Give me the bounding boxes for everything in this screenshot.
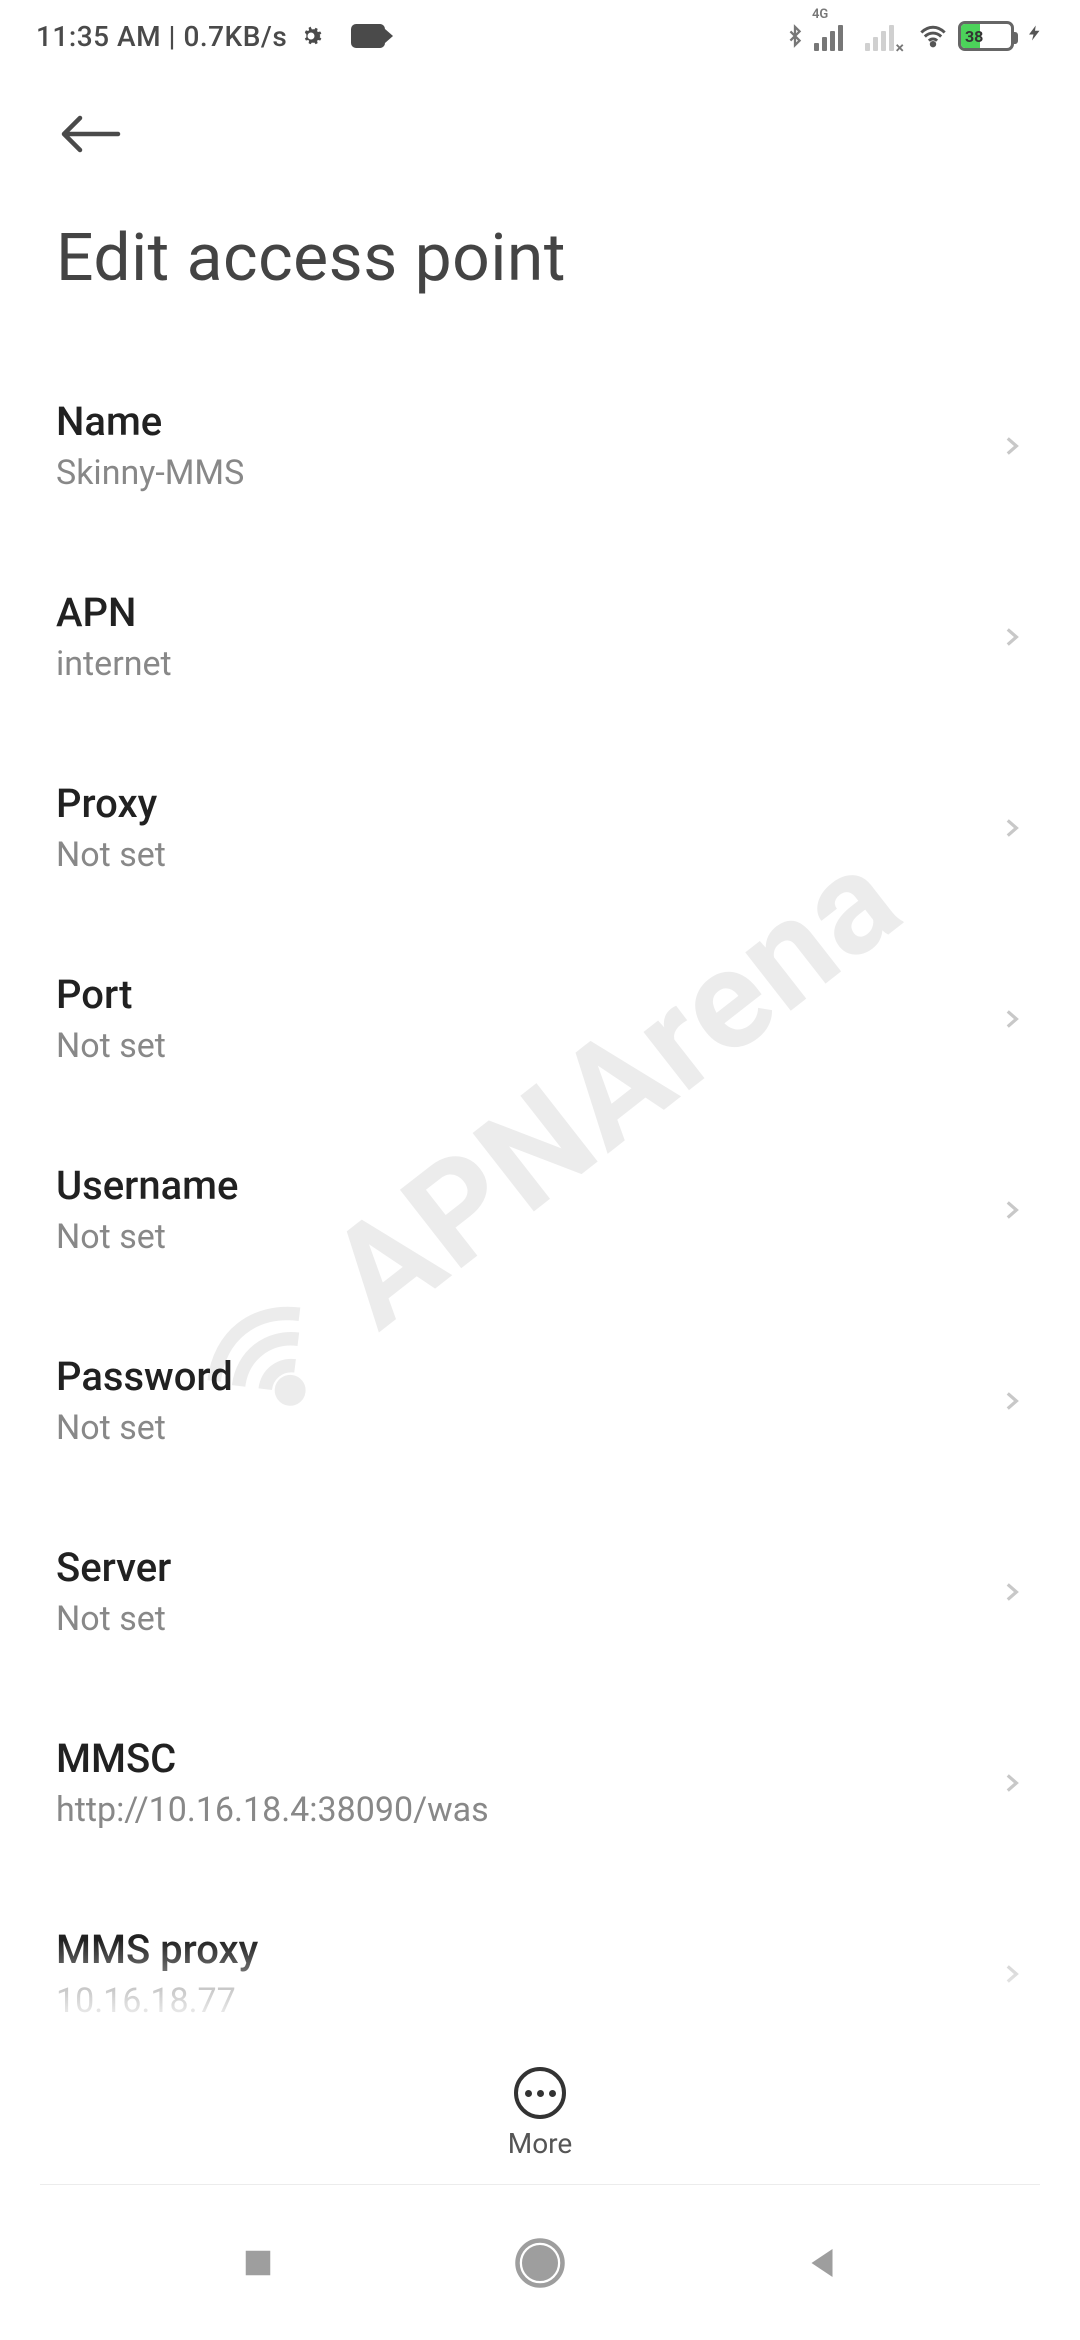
setting-item-proxy[interactable]: Proxy Not set xyxy=(0,732,1080,923)
status-time: 11:35 AM | 0.7KB/s xyxy=(36,20,287,53)
more-button[interactable] xyxy=(514,2067,566,2119)
setting-value: Not set xyxy=(56,1408,998,1448)
chevron-right-icon xyxy=(998,808,1024,848)
more-label: More xyxy=(508,2127,573,2160)
setting-label: Port xyxy=(56,971,998,1018)
nav-recents-button[interactable] xyxy=(237,2242,279,2288)
setting-value: 10.16.18.77 xyxy=(56,1981,998,2021)
setting-label: Password xyxy=(56,1353,998,1400)
chevron-right-icon xyxy=(998,1572,1024,1612)
setting-item-mmsc[interactable]: MMSC http://10.16.18.4:38090/was xyxy=(0,1687,1080,1878)
status-bar: 11:35 AM | 0.7KB/s 4G × 38 xyxy=(0,0,1080,72)
chevron-right-icon xyxy=(998,617,1024,657)
setting-item-name[interactable]: Name Skinny-MMS xyxy=(0,350,1080,541)
setting-value: Not set xyxy=(56,835,998,875)
setting-item-mms-proxy[interactable]: MMS proxy 10.16.18.77 xyxy=(0,1878,1080,2069)
nav-home-button[interactable] xyxy=(513,2236,567,2294)
setting-label: MMS proxy xyxy=(56,1926,998,1973)
setting-label: Username xyxy=(56,1162,998,1209)
camera-icon xyxy=(351,24,385,48)
setting-value: Not set xyxy=(56,1026,998,1066)
setting-label: Proxy xyxy=(56,780,998,827)
setting-item-username[interactable]: Username Not set xyxy=(0,1114,1080,1305)
nav-back-button[interactable] xyxy=(801,2242,843,2288)
signal-sim1-icon: 4G xyxy=(814,21,843,51)
setting-label: Server xyxy=(56,1544,998,1591)
setting-item-port[interactable]: Port Not set xyxy=(0,923,1080,1114)
settings-list: Name Skinny-MMS APN internet Proxy Not s… xyxy=(0,350,1080,2069)
battery-percent: 38 xyxy=(965,27,983,46)
setting-value: Not set xyxy=(56,1217,998,1257)
status-right: 4G × 38 xyxy=(784,19,1044,54)
chevron-right-icon xyxy=(998,1190,1024,1230)
wifi-icon xyxy=(916,22,950,50)
signal-4g-label: 4G xyxy=(812,7,828,22)
charging-icon xyxy=(1026,19,1044,54)
setting-label: Name xyxy=(56,398,998,445)
navigation-bar xyxy=(0,2190,1080,2340)
setting-value: Skinny-MMS xyxy=(56,453,998,493)
setting-label: APN xyxy=(56,589,998,636)
setting-value: http://10.16.18.4:38090/was xyxy=(56,1790,998,1830)
setting-value: internet xyxy=(56,644,998,684)
chevron-right-icon xyxy=(998,426,1024,466)
signal-sim2-icon: × xyxy=(865,21,894,51)
page-title: Edit access point xyxy=(0,160,1080,337)
nav-divider xyxy=(40,2184,1040,2185)
chevron-right-icon xyxy=(998,1381,1024,1421)
setting-item-server[interactable]: Server Not set xyxy=(0,1496,1080,1687)
setting-item-password[interactable]: Password Not set xyxy=(0,1305,1080,1496)
bluetooth-icon xyxy=(784,21,806,51)
battery-icon: 38 xyxy=(958,21,1014,51)
setting-value: Not set xyxy=(56,1599,998,1639)
setting-label: MMSC xyxy=(56,1735,998,1782)
gear-icon xyxy=(297,22,325,50)
chevron-right-icon xyxy=(998,1954,1024,1994)
status-left: 11:35 AM | 0.7KB/s xyxy=(36,20,385,53)
setting-item-apn[interactable]: APN internet xyxy=(0,541,1080,732)
chevron-right-icon xyxy=(998,1763,1024,1803)
chevron-right-icon xyxy=(998,999,1024,1039)
back-button[interactable] xyxy=(56,112,128,160)
